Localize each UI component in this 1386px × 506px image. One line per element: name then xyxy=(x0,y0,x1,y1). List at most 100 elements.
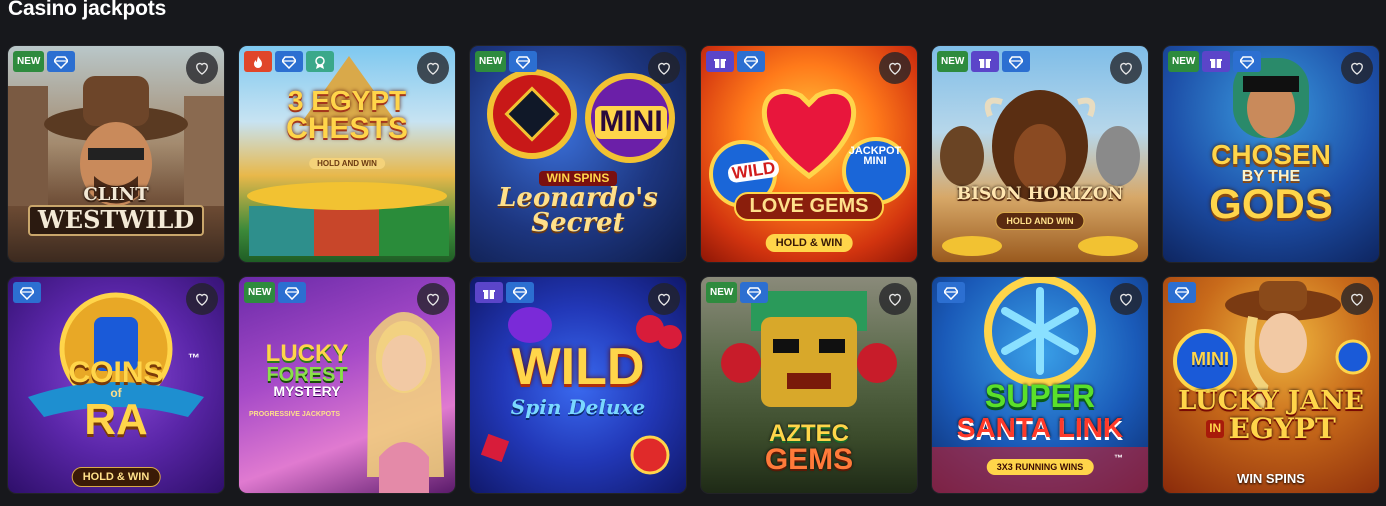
jackpot-icon xyxy=(1233,51,1262,72)
section-title: Casino jackpots xyxy=(8,0,167,20)
game-tag-text: MINI xyxy=(595,106,667,139)
game-logo: SUPER SANTA LINK xyxy=(932,378,1148,444)
game-title-line-3: EGYPT xyxy=(1228,411,1336,445)
favorite-button[interactable] xyxy=(648,52,680,84)
heart-icon xyxy=(658,62,670,75)
jackpot-icon xyxy=(13,282,41,303)
badge-group xyxy=(937,282,965,303)
game-title-line-1: CLINT xyxy=(83,184,149,205)
gift-icon xyxy=(706,51,734,72)
favorite-button[interactable] xyxy=(879,283,911,315)
favorite-button[interactable] xyxy=(1110,52,1142,84)
game-title-line-3: MYSTERY xyxy=(273,382,341,399)
game-logo: WIN SPINS Leonardo's Secret xyxy=(470,170,686,236)
game-title-line-1: LUCKY xyxy=(265,340,349,367)
trademark-symbol: ™ xyxy=(188,351,200,365)
game-logo: AZTEC GEMS xyxy=(701,422,917,474)
game-title-line-2: FOREST xyxy=(266,363,348,386)
badge-group: NEW xyxy=(1168,51,1262,72)
game-tile-leonardos-secret[interactable]: MINI WIN SPINS Leonardo's Secret NEW xyxy=(470,46,686,262)
jackpot-icon xyxy=(506,282,534,303)
game-tile-super-santa-link[interactable]: SUPER SANTA LINK ™ 3X3 RUNNING WINS xyxy=(932,277,1148,493)
jackpot-icon xyxy=(1168,282,1196,303)
favorite-button[interactable] xyxy=(186,283,218,315)
favorite-button[interactable] xyxy=(648,283,680,315)
game-tile-lucky-jane-in-egypt[interactable]: MINI LUCKY JANE IN EGYPT WIN SPINS xyxy=(1163,277,1379,493)
game-tile-coins-of-ra[interactable]: COINS of RA ™ HOLD & WIN xyxy=(8,277,224,493)
game-logo: BISON HORIZON xyxy=(932,184,1148,204)
game-title-line-1: BISON HORIZON xyxy=(956,184,1124,204)
game-title-line-3: GODS xyxy=(1209,179,1333,227)
game-tile-chosen-by-the-gods[interactable]: CHOSEN BY THE GODS NEW xyxy=(1163,46,1379,262)
jackpot-icon xyxy=(47,51,76,72)
game-title-line-2: LOVE GEMS xyxy=(733,192,885,222)
game-tile-wild-spin-deluxe[interactable]: WILD Spin Deluxe xyxy=(470,277,686,493)
favorite-button[interactable] xyxy=(1341,52,1373,84)
game-logo: LUCKY JANE IN EGYPT xyxy=(1163,388,1379,445)
heart-icon xyxy=(658,293,670,306)
game-tag: MINI xyxy=(582,106,680,139)
gift-icon xyxy=(1202,51,1231,72)
badge-group: NEW xyxy=(475,51,538,72)
game-logo: LUCKY FOREST MYSTERY xyxy=(243,340,371,399)
jackpot-icon xyxy=(740,282,769,303)
game-logo: CLINT WESTWILD xyxy=(8,184,224,236)
game-tag: MINI xyxy=(1169,349,1251,369)
jackpot-icon xyxy=(275,51,303,72)
game-title-line-1: SUPER xyxy=(984,378,1096,414)
game-title-line-2: Spin Deluxe xyxy=(510,395,646,420)
game-subtitle: HOLD AND WIN xyxy=(309,158,385,169)
favorite-button[interactable] xyxy=(1110,283,1142,315)
game-title-line-3: Secret xyxy=(531,208,625,239)
jackpot-icon xyxy=(509,51,538,72)
new-badge: NEW xyxy=(706,282,738,303)
jackpot-icon xyxy=(278,282,307,303)
new-badge: NEW xyxy=(937,51,969,72)
heart-icon xyxy=(1120,293,1132,306)
game-logo: 3 EGYPT CHESTS xyxy=(239,87,455,143)
game-tag-text: JACKPOT MINI xyxy=(848,145,902,168)
heart-icon xyxy=(427,62,439,75)
game-tile-love-gems[interactable]: WILD LOVE GEMS JACKPOT MINI HOLD & WIN xyxy=(701,46,917,262)
jackpot-icon xyxy=(937,282,965,303)
heart-icon xyxy=(1120,62,1132,75)
game-logo: CHOSEN BY THE GODS xyxy=(1163,139,1379,227)
game-subtitle: 3X3 RUNNING WINS xyxy=(986,459,1094,475)
new-badge: NEW xyxy=(1168,51,1200,72)
heart-icon xyxy=(196,293,208,306)
favorite-button[interactable] xyxy=(417,283,449,315)
game-tile-lucky-forest-mystery[interactable]: LUCKY FOREST MYSTERY PROGRESSIVE JACKPOT… xyxy=(239,277,455,493)
heart-icon xyxy=(889,293,901,306)
favorite-button[interactable] xyxy=(1341,283,1373,315)
favorite-button[interactable] xyxy=(417,52,449,84)
games-grid: CLINT WESTWILD NEW 3 EGYPT CHESTS HOLD A… xyxy=(8,46,1379,493)
favorite-button[interactable] xyxy=(879,52,911,84)
game-title-line-1: WILD xyxy=(511,338,645,396)
game-subtitle: HOLD AND WIN xyxy=(995,212,1085,230)
game-tag-text: MINI xyxy=(1191,349,1229,369)
game-subtitle: PROGRESSIVE JACKPOTS xyxy=(249,411,341,418)
game-tile-3-egypt-chests[interactable]: 3 EGYPT CHESTS HOLD AND WIN xyxy=(239,46,455,262)
heart-icon xyxy=(427,293,439,306)
game-tile-bison-horizon[interactable]: BISON HORIZON HOLD AND WIN NEW xyxy=(932,46,1148,262)
badge-group xyxy=(706,51,765,72)
game-title-line-1: WILD xyxy=(727,158,781,184)
badge-group: NEW xyxy=(706,282,769,303)
favorite-button[interactable] xyxy=(186,52,218,84)
badge-group xyxy=(1168,282,1196,303)
game-title-line-2: SANTA LINK xyxy=(956,412,1124,444)
game-tile-aztec-gems[interactable]: AZTEC GEMS NEW xyxy=(701,277,917,493)
badge-group xyxy=(244,51,334,72)
heart-icon xyxy=(196,62,208,75)
game-logo: WILD Spin Deluxe xyxy=(470,338,686,420)
heart-icon xyxy=(889,62,901,75)
badge-group: NEW xyxy=(244,282,307,303)
game-title-line-1: CHOSEN xyxy=(1211,139,1331,170)
new-badge: NEW xyxy=(13,51,45,72)
game-subtitle: HOLD & WIN xyxy=(765,234,853,252)
game-tile-clint-westwild[interactable]: CLINT WESTWILD NEW xyxy=(8,46,224,262)
heart-icon xyxy=(1351,62,1363,75)
badge-group xyxy=(13,282,41,303)
new-badge: NEW xyxy=(475,51,507,72)
jackpot-icon xyxy=(1002,51,1031,72)
